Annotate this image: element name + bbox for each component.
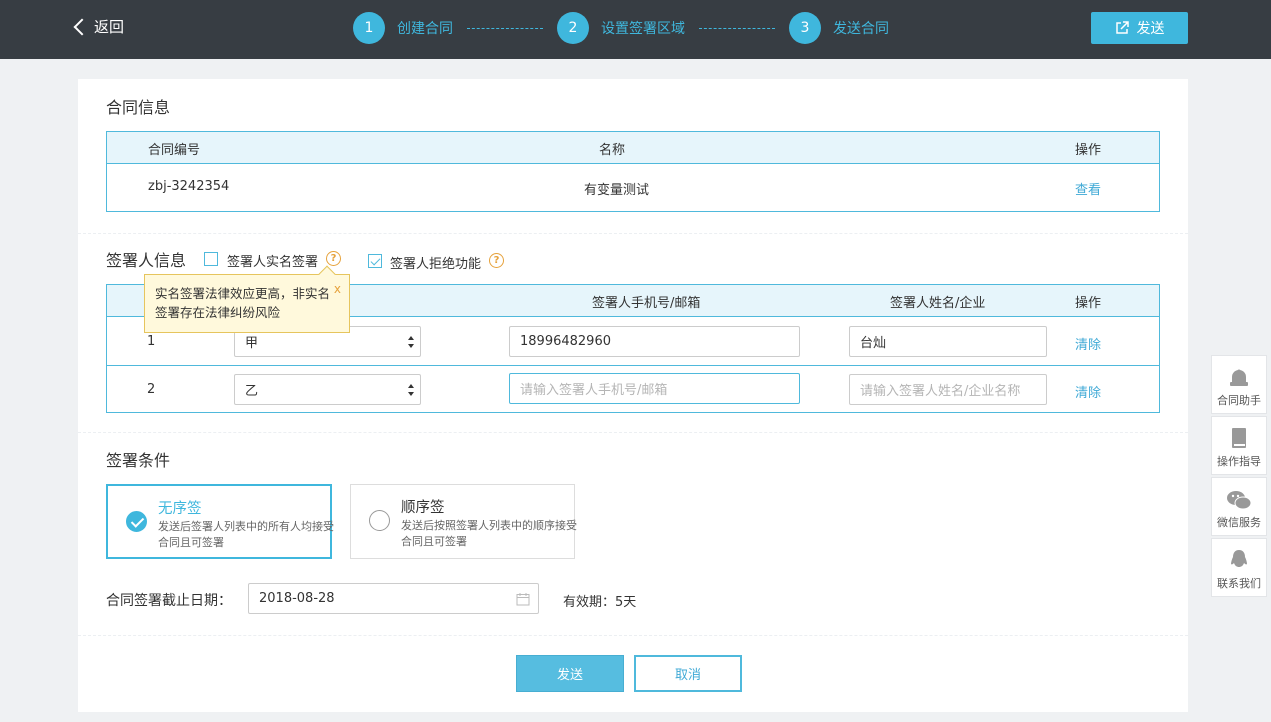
side-contact-us[interactable]: 联系我们 bbox=[1211, 538, 1267, 597]
send-top-label: 发送 bbox=[1136, 21, 1165, 37]
cancel-button[interactable]: 取消 bbox=[634, 655, 742, 692]
side-wechat-service[interactable]: 微信服务 bbox=[1211, 477, 1267, 536]
unordered-sign-option[interactable]: 无序签 发送后签署人列表中的所有人均接受合同且可签署 bbox=[106, 484, 334, 559]
option-title: 无序签 bbox=[158, 501, 202, 517]
realname-label: 签署人实名签署 bbox=[227, 255, 319, 270]
contract-name-value: 有变量测试 bbox=[584, 183, 650, 198]
help-icon[interactable]: ? bbox=[489, 253, 504, 268]
chevron-left-icon bbox=[73, 18, 91, 35]
deadline-value: 2018-08-28 bbox=[259, 591, 335, 606]
book-icon bbox=[1232, 428, 1246, 448]
signer-role-value: 乙 bbox=[245, 384, 259, 399]
col-contract-id: 合同编号 bbox=[148, 143, 201, 158]
step-divider bbox=[699, 27, 775, 29]
realname-checkbox[interactable] bbox=[204, 252, 218, 266]
reject-label: 签署人拒绝功能 bbox=[390, 257, 482, 272]
divider bbox=[78, 432, 1188, 433]
side-label: 微信服务 bbox=[1217, 516, 1261, 529]
submit-button[interactable]: 发送 bbox=[516, 655, 624, 692]
signer-contact-placeholder: 请输入签署人手机号/邮箱 bbox=[520, 383, 668, 398]
divider bbox=[78, 635, 1188, 636]
step-divider bbox=[467, 27, 543, 29]
signer-contact-input[interactable]: 请输入签署人手机号/邮箱 bbox=[509, 373, 800, 404]
col-contract-action: 操作 bbox=[1075, 143, 1102, 158]
signer-contact-value: 18996482960 bbox=[520, 334, 611, 349]
help-icon[interactable]: ? bbox=[326, 251, 341, 266]
contract-table-header: 合同编号 名称 操作 bbox=[107, 132, 1159, 164]
contract-info-table: 合同编号 名称 操作 zbj-3242354 有变量测试 查看 bbox=[106, 131, 1160, 212]
clear-signer-link[interactable]: 清除 bbox=[1075, 382, 1101, 401]
signer-role-select[interactable]: 乙 bbox=[234, 374, 421, 405]
step-2-number: 2 bbox=[557, 12, 589, 44]
signer-role-value: 甲 bbox=[245, 336, 259, 351]
signer-row-number: 1 bbox=[147, 334, 156, 349]
signer-info-title: 签署人信息 bbox=[106, 251, 187, 270]
col-contract-name: 名称 bbox=[599, 143, 626, 158]
signer-row-number: 2 bbox=[147, 382, 156, 397]
contract-info-title: 合同信息 bbox=[106, 98, 171, 117]
signer-name-input[interactable]: 请输入签署人姓名/企业名称 bbox=[849, 374, 1047, 405]
wechat-icon bbox=[1227, 491, 1252, 510]
qq-icon bbox=[1231, 550, 1247, 567]
col-signer-contact: 签署人手机号/邮箱 bbox=[592, 296, 701, 311]
validity-text: 有效期：5天 bbox=[563, 595, 637, 610]
radio-icon bbox=[369, 510, 390, 531]
divider bbox=[78, 233, 1188, 234]
step-1-number: 1 bbox=[353, 12, 385, 44]
ordered-sign-option[interactable]: 顺序签 发送后按照签署人列表中的顺序接受合同且可签署 bbox=[350, 484, 577, 559]
share-icon bbox=[1115, 21, 1129, 34]
side-operation-guide[interactable]: 操作指导 bbox=[1211, 416, 1267, 475]
side-contract-assistant[interactable]: 合同助手 bbox=[1211, 355, 1267, 414]
step-3-number: 3 bbox=[789, 12, 821, 44]
signer-name-input[interactable]: 台灿 bbox=[849, 326, 1047, 357]
signer-contact-input[interactable]: 18996482960 bbox=[509, 326, 800, 357]
reject-checkbox[interactable] bbox=[368, 254, 382, 268]
option-desc: 发送后签署人列表中的所有人均接受合同且可签署 bbox=[158, 520, 334, 549]
close-icon[interactable]: x bbox=[334, 280, 341, 299]
top-bar: 返回 1 创建合同 2 设置签署区域 3 发送合同 发送 bbox=[0, 0, 1271, 59]
back-button[interactable]: 返回 bbox=[73, 16, 125, 37]
col-signer-name: 签署人姓名/企业 bbox=[890, 296, 986, 311]
step-1-label: 创建合同 bbox=[397, 21, 453, 37]
option-desc: 发送后按照签署人列表中的顺序接受合同且可签署 bbox=[401, 519, 577, 548]
send-top-button[interactable]: 发送 bbox=[1091, 12, 1188, 44]
step-2-label: 设置签署区域 bbox=[601, 21, 685, 37]
side-label: 合同助手 bbox=[1217, 394, 1261, 407]
select-arrows-icon bbox=[408, 336, 414, 348]
view-contract-link[interactable]: 查看 bbox=[1075, 179, 1101, 198]
side-toolbar: 合同助手 操作指导 微信服务 联系我们 bbox=[1211, 355, 1267, 599]
step-indicator: 1 创建合同 2 设置签署区域 3 发送合同 bbox=[353, 12, 889, 44]
side-label: 联系我们 bbox=[1217, 577, 1261, 590]
deadline-date-input[interactable]: 2018-08-28 bbox=[248, 583, 539, 614]
col-signer-action: 操作 bbox=[1075, 296, 1102, 311]
signer-name-placeholder: 请输入签署人姓名/企业名称 bbox=[860, 384, 1021, 399]
select-arrows-icon bbox=[408, 384, 414, 396]
calendar-icon[interactable] bbox=[516, 592, 530, 606]
back-label: 返回 bbox=[94, 18, 125, 36]
tooltip-text: 实名签署法律效应更高，非实名签署存在法律纠纷风险 bbox=[155, 286, 331, 320]
robot-icon bbox=[1230, 369, 1248, 386]
realname-tooltip: x 实名签署法律效应更高，非实名签署存在法律纠纷风险 bbox=[144, 265, 350, 333]
conditions-title: 签署条件 bbox=[106, 451, 171, 470]
contract-id-value: zbj-3242354 bbox=[148, 179, 230, 194]
step-3-label: 发送合同 bbox=[833, 21, 889, 37]
deadline-label: 合同签署截止日期： bbox=[106, 593, 232, 609]
row-divider bbox=[107, 365, 1159, 366]
option-title: 顺序签 bbox=[401, 500, 445, 516]
clear-signer-link[interactable]: 清除 bbox=[1075, 334, 1101, 353]
side-label: 操作指导 bbox=[1217, 455, 1261, 468]
signer-name-value: 台灿 bbox=[860, 336, 887, 351]
check-circle-icon bbox=[126, 511, 147, 532]
main-card: 合同信息 合同编号 名称 操作 zbj-3242354 有变量测试 查看 签署人… bbox=[78, 79, 1188, 712]
